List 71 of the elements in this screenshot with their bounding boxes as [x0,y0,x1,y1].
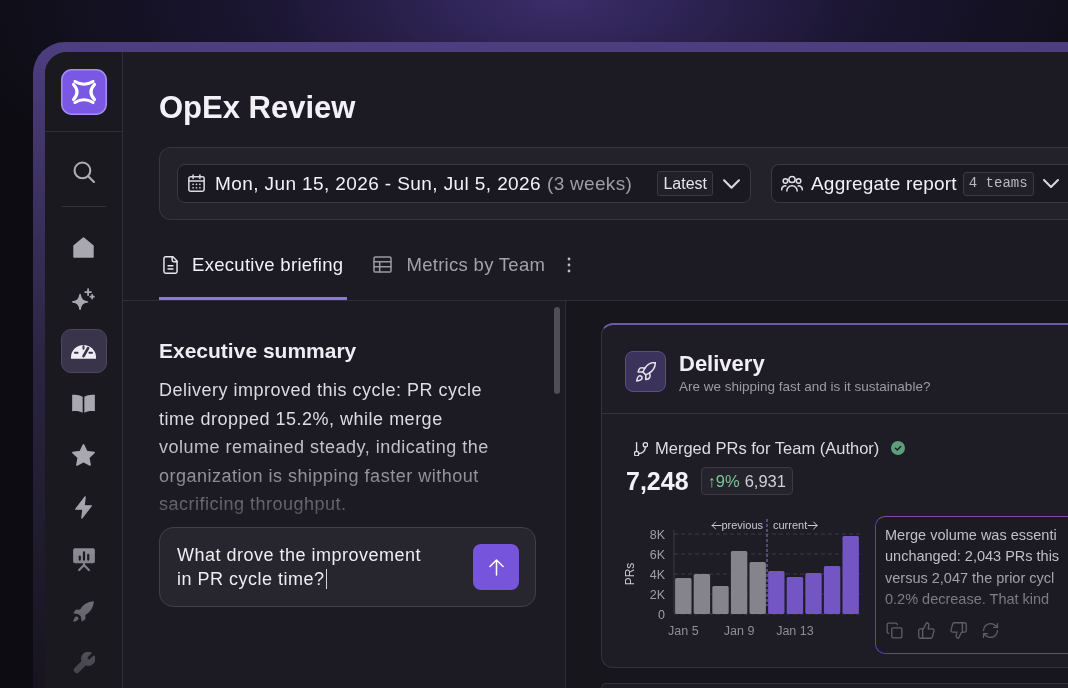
axis-label: Jan 9 [723,624,755,638]
series-label: current [773,519,808,531]
book-icon [72,393,95,413]
users-icon [781,175,803,192]
right-arrow-icon [807,521,818,530]
calendar-icon [188,174,205,193]
preset-tag[interactable]: Latest [657,171,713,196]
chevron-down-icon [1042,179,1059,188]
axis-label: 2K [649,587,665,602]
arrow-up-icon [488,558,504,576]
gauge-icon [71,343,96,359]
more-vertical-icon [567,256,572,273]
chart-bar [749,562,766,614]
dislike-button[interactable] [950,622,967,640]
chart-bar [786,577,804,614]
sparkle-icon [72,288,95,310]
home-icon [73,236,94,258]
axis-label: Jan 5 [668,624,699,638]
page-title: OpEx Review [159,90,356,126]
card-subtitle: Are we shipping fast and is it sustainable? [679,378,931,395]
chart-bar [768,571,785,614]
date-range-text: Mon, Jun 15, 2026 - Sun, Jul 5, 2026 [215,171,541,196]
nav-item[interactable] [60,329,107,373]
team-count: 4 teams [962,171,1034,196]
document-icon [163,255,178,274]
like-button[interactable] [918,622,935,640]
axis-label: 4K [649,567,665,582]
tab[interactable]: Executive briefing [159,232,348,300]
axis-label: 6K [649,547,665,562]
previous-value: 6,931 [744,471,786,491]
summary-text: Delivery improved this cycle: PR cycle time dropped 15.2%, while merge volume remained steady, indicating the organization is shipping faster without sacrificing throughput. [159,379,490,516]
regenerate-button[interactable] [982,622,999,640]
scrollbar-thumb[interactable] [554,307,560,394]
branch-icon [634,440,648,456]
prompt-input[interactable]: What drove the improvement in PR cycle time? [177,543,432,591]
star-icon [72,444,95,466]
rocket-icon [625,351,666,392]
send-button[interactable] [473,544,519,590]
axis-title: PRs [623,562,637,586]
thumbs-down-icon [950,622,967,640]
rocket-icon [73,600,94,622]
wrench-icon [72,652,95,674]
chart-bar [675,578,692,614]
change-value: ↑9% [707,471,740,491]
presentation-icon [72,547,95,571]
refresh-icon [982,622,999,640]
report-name: Aggregate report [811,171,957,196]
metric-label: Merged PRs for Team (Author) [655,438,880,458]
duration-text: (3 weeks) [547,171,633,196]
chart-bar [805,573,822,614]
lightning-icon [75,495,92,519]
search-icon [72,161,95,183]
card-title: Delivery [679,351,765,377]
text-cursor [325,569,328,589]
tab[interactable]: Metrics by Team [369,232,550,300]
series-label: previous [721,519,763,531]
metric-value: 7,248 [626,467,689,495]
chevron-down-icon [723,178,740,189]
date-range-picker[interactable]: Mon, Jun 15, 2026 - Sun, Jul 5, 2026 (3 weeks) Latest [177,164,751,203]
logo-icon [60,68,107,115]
axis-label: 0 [658,607,665,622]
report-selector[interactable]: Aggregate report 4 teams [771,164,1068,203]
chart-bar [693,574,711,614]
left-arrow-icon [711,521,722,530]
thumbs-up-icon [918,622,935,640]
axis-label: Jan 13 [776,624,814,638]
table-icon [373,256,393,273]
section-heading: Executive summary [159,338,357,364]
insight-text: Merge volume was essenti unchanged: 2,043 PRs this versus 2,047 the prior cycl 0.2% decrease. That kind [885,526,1060,609]
copy-icon [886,622,903,640]
axis-label: 8K [649,527,665,542]
